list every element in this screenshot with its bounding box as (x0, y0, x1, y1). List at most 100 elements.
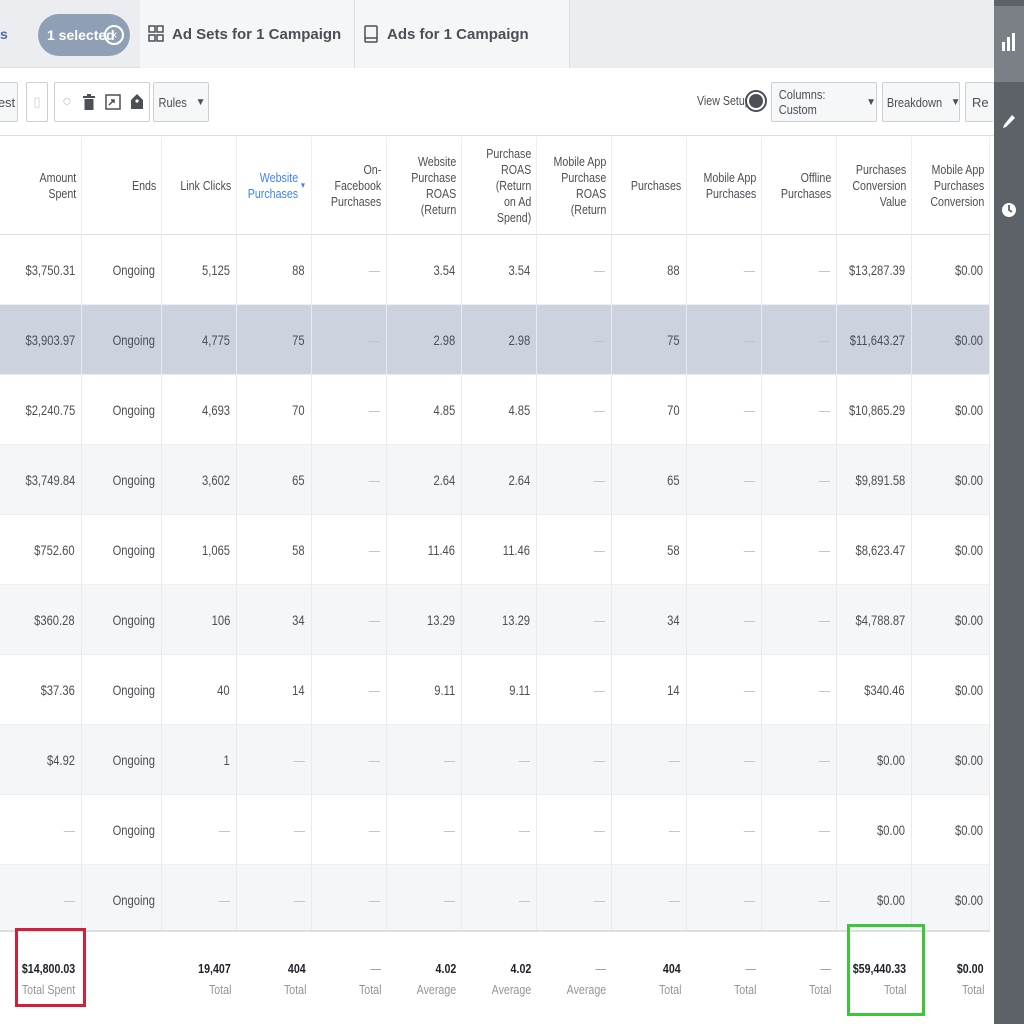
cell-value: $0.00 (954, 262, 983, 278)
column-header-purchase-roas[interactable]: Purchase ROAS (Return on Ad Spend) (476, 137, 537, 235)
columns-label: Columns: Custom (778, 87, 826, 117)
rail-charts-button[interactable] (994, 6, 1024, 82)
table-row[interactable]: $2,240.75 Ongoing 4,693 70 — 4.85 4.85 — 70 — — $10… (0, 375, 990, 445)
column-header-offline-purchases[interactable]: Offline Purchases (776, 137, 837, 235)
table-cell-purchase-roas: 2.98 (462, 305, 537, 375)
partial-left-label: est (0, 94, 16, 110)
column-header-website-purchases[interactable]: Website Purchases ▼ (248, 137, 312, 235)
cell-value: 11.46 (427, 542, 455, 558)
column-header-ends[interactable]: Ends (96, 137, 162, 235)
tab-ad-sets[interactable]: Ad Sets for 1 Campaign (140, 0, 355, 68)
table-row[interactable]: $3,750.31 Ongoing 5,125 88 — 3.54 3.54 — 88 — — $13… (0, 235, 990, 305)
table-cell-offline-purchases: — (762, 795, 837, 865)
clear-selection-icon[interactable]: × (104, 25, 124, 45)
reports-button-partial[interactable]: Re (965, 82, 994, 122)
clock-icon[interactable] (994, 202, 1024, 218)
tab-ads[interactable]: Ads for 1 Campaign (355, 0, 570, 68)
table-cell-website-purchases: 70 (237, 375, 312, 445)
total-value: — (370, 961, 381, 976)
partial-left-button[interactable]: est (0, 82, 18, 122)
cell-value: $360.28 (34, 612, 75, 628)
cell-value: $0.00 (954, 682, 983, 698)
table-cell-link-clicks: 40 (162, 655, 237, 725)
table-cell-mobile-purchases: — (687, 515, 762, 585)
cell-value: 9.11 (434, 682, 455, 698)
tag-icon[interactable] (126, 82, 148, 122)
pencil-icon[interactable] (994, 114, 1024, 130)
cell-value: — (368, 612, 380, 628)
cell-value: — (593, 612, 605, 628)
cell-value: Ongoing (112, 472, 155, 488)
cell-value: $4,788.87 (855, 612, 905, 628)
table-row[interactable]: $3,903.97 Ongoing 4,775 75 — 2.98 2.98 — 75 — — $11… (0, 305, 990, 375)
column-header-mobile-conv[interactable]: Mobile App Purchases Conversion (926, 137, 990, 235)
cell-value: — (593, 752, 605, 768)
table-cell-purchase-roas: 2.64 (462, 445, 537, 515)
cell-value: — (593, 332, 605, 348)
cell-value: $340.46 (864, 682, 905, 698)
cell-value: 75 (667, 332, 680, 348)
cell-value: — (593, 822, 605, 838)
duplicate-button[interactable]: ▯ (26, 82, 48, 122)
trash-icon[interactable] (78, 82, 100, 122)
column-header-conv-value[interactable]: Purchases Conversion Value (851, 137, 912, 235)
preview-icon[interactable] (102, 82, 124, 122)
cell-value: 9.11 (509, 682, 530, 698)
table-cell-amount-spent: $360.28 (0, 585, 82, 655)
column-header-mobile-roas[interactable]: Mobile App Purchase ROAS (Return (551, 137, 612, 235)
table-cell-offline-purchases: — (762, 585, 837, 655)
total-label: Total (658, 982, 681, 997)
column-header-onfb-purchases[interactable]: On-Facebook Purchases (326, 137, 387, 235)
table-cell-onfb-purchases: — (312, 235, 387, 305)
table-cell-ends: Ongoing (82, 445, 162, 515)
cell-value: — (743, 892, 755, 908)
table-cell-mobile-conv: $0.00 (912, 375, 990, 445)
cell-value: — (63, 822, 75, 838)
column-header-purchases[interactable]: Purchases (626, 137, 687, 235)
column-header-website-roas[interactable]: Website Purchase ROAS (Return (401, 137, 462, 235)
refresh-icon[interactable]: ○ (56, 82, 78, 122)
table-row[interactable]: — Ongoing — — — — — — — — — $0.00 $0.00 (0, 865, 990, 935)
table-cell-purchase-roas: 11.46 (462, 515, 537, 585)
cell-value: — (818, 612, 830, 628)
cell-value: $11,643.27 (849, 332, 905, 348)
table-row[interactable]: $37.36 Ongoing 40 14 — 9.11 9.11 — 14 — — $340.46 $0… (0, 655, 990, 725)
columns-dropdown[interactable]: Columns: Custom ▼ (771, 82, 877, 122)
rules-dropdown[interactable]: Rules ▼ (153, 82, 209, 122)
breakdown-dropdown[interactable]: Breakdown ▼ (882, 82, 960, 122)
total-value: — (820, 961, 831, 976)
table-row[interactable]: $3,749.84 Ongoing 3,602 65 — 2.64 2.64 — 65 — — $9,… (0, 445, 990, 515)
chevron-down-icon: ▼ (950, 96, 961, 108)
table-row[interactable]: — Ongoing — — — — — — — — — $0.00 $0.00 (0, 795, 990, 865)
column-header-mobile-purchases[interactable]: Mobile App Purchases (701, 137, 762, 235)
view-setup-toggle[interactable] (745, 90, 767, 112)
tab-bar: s 1 selected × Ad Sets for 1 Campaign Ad… (0, 0, 994, 68)
cell-value: — (63, 892, 75, 908)
table-cell-mobile-roas: — (537, 235, 612, 305)
table-cell-purchase-roas: — (462, 865, 537, 935)
table-cell-mobile-purchases: — (687, 865, 762, 935)
column-header-link-clicks[interactable]: Link Clicks (176, 137, 237, 235)
total-cell-website-roas: 4.02 Average (387, 932, 462, 1024)
table-cell-mobile-conv: $0.00 (912, 235, 990, 305)
column-header-label: Purchases Conversion Value (852, 162, 907, 209)
table-cell-website-purchases: 58 (237, 515, 312, 585)
table-cell-purchase-roas: 4.85 (462, 375, 537, 445)
table-cell-amount-spent: $3,750.31 (0, 235, 82, 305)
table-cell-purchase-roas: — (462, 725, 537, 795)
total-cell-offline-purchases: — Total (762, 932, 837, 1024)
cell-value: — (593, 402, 605, 418)
column-header-amount-spent[interactable]: Amount Spent (15, 137, 82, 235)
cell-value: Ongoing (112, 892, 155, 908)
table-cell-conv-value: $0.00 (837, 795, 912, 865)
selected-pill[interactable]: 1 selected × (38, 14, 130, 56)
tab-campaigns-partial[interactable]: s (0, 26, 8, 42)
cell-value: 3.54 (508, 262, 530, 278)
cell-value: 106 (211, 612, 230, 628)
cell-value: Ongoing (112, 402, 155, 418)
column-header-label: Amount Spent (39, 170, 77, 201)
cell-value: $37.36 (40, 682, 75, 698)
table-row[interactable]: $752.60 Ongoing 1,065 58 — 11.46 11.46 — 58 — — $8,… (0, 515, 990, 585)
table-row[interactable]: $4.92 Ongoing 1 — — — — — — — — $0.00 $0.00 (0, 725, 990, 795)
table-row[interactable]: $360.28 Ongoing 106 34 — 13.29 13.29 — 34 — — $4,78… (0, 585, 990, 655)
